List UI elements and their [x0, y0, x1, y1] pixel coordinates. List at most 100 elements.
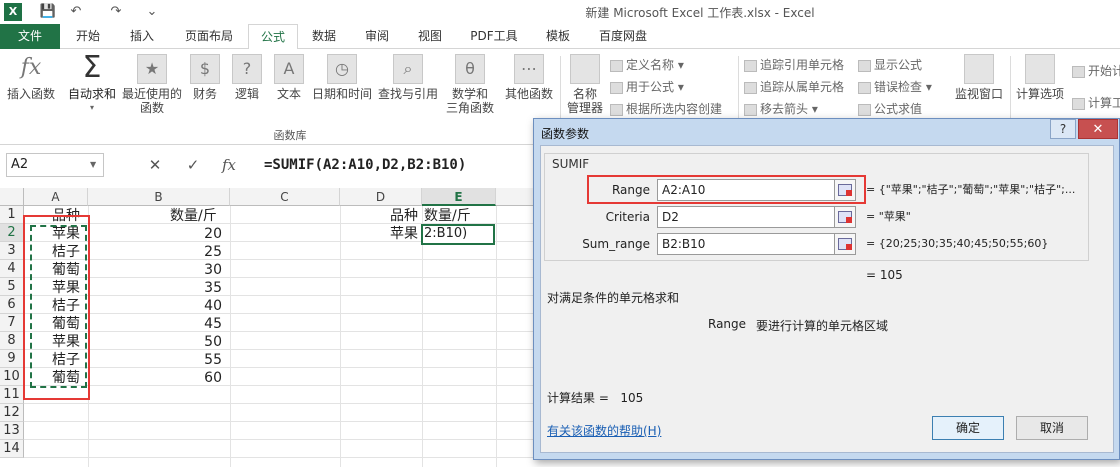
cell-b7[interactable]: 45 — [88, 315, 230, 333]
cancel-button[interactable]: 取消 — [1016, 416, 1088, 440]
cell-b3[interactable]: 25 — [88, 243, 230, 261]
recently-used-button[interactable]: ★ 最近使用的 函数 — [120, 54, 184, 115]
calculation-options-button[interactable]: 计算选项 — [1012, 54, 1068, 101]
math-trig-button[interactable]: θ 数学和 三角函数 — [440, 54, 500, 115]
cell-e2-editing[interactable]: 2:B10) — [424, 225, 467, 243]
sum-range-collapse-button[interactable] — [834, 233, 856, 255]
select-all-corner[interactable] — [0, 188, 24, 206]
row-header[interactable]: 12 — [0, 404, 24, 422]
error-checking-button[interactable]: 错误检查 ▾ — [858, 78, 932, 96]
row-header[interactable]: 1 — [0, 206, 24, 224]
redo-icon[interactable]: ↷ — [106, 3, 126, 21]
more-functions-button[interactable]: ⋯ 其他函数 — [502, 54, 556, 101]
sum-range-input[interactable]: B2:B10 — [657, 233, 835, 255]
recent-label-2: 函数 — [139, 101, 164, 115]
help-icon[interactable]: ? — [1050, 119, 1076, 139]
criteria-label: Criteria — [605, 210, 650, 224]
tab-page-layout[interactable]: 页面布局 — [172, 24, 246, 49]
evaluate-formula-label: 公式求值 — [874, 102, 923, 116]
date-time-button[interactable]: ◷ 日期和时间 — [310, 54, 374, 101]
ok-button[interactable]: 确定 — [932, 416, 1004, 440]
show-formulas-icon — [858, 59, 871, 72]
calculate-now-button[interactable]: 开始计 — [1072, 62, 1120, 80]
customize-qat-icon[interactable]: ⌄ — [142, 3, 162, 21]
logical-button[interactable]: ? 逻辑 — [230, 54, 264, 101]
column-header-a[interactable]: A — [24, 188, 88, 206]
close-icon[interactable]: ✕ — [1078, 119, 1118, 139]
trace-precedents-button[interactable]: 追踪引用单元格 — [744, 56, 844, 74]
cancel-entry-icon[interactable]: ✕ — [140, 153, 170, 177]
cell-d2[interactable]: 苹果 — [390, 225, 418, 243]
tab-pdf-tools[interactable]: PDF工具 — [460, 24, 528, 49]
row-header[interactable]: 8 — [0, 332, 24, 350]
criteria-input[interactable]: D2 — [657, 206, 835, 228]
row-header[interactable]: 5 — [0, 278, 24, 296]
column-header-c[interactable]: C — [230, 188, 340, 206]
tab-file[interactable]: 文件 — [0, 24, 60, 49]
lookup-reference-button[interactable]: ⌕ 查找与引用 — [376, 54, 440, 101]
row-header[interactable]: 14 — [0, 440, 24, 458]
financial-button[interactable]: $ 财务 — [188, 54, 222, 101]
cell-b10[interactable]: 60 — [88, 369, 230, 387]
cell-b5[interactable]: 35 — [88, 279, 230, 297]
cell-b4[interactable]: 30 — [88, 261, 230, 279]
row-header[interactable]: 7 — [0, 314, 24, 332]
cell-e1[interactable]: 数量/斤 — [424, 207, 471, 225]
autosum-label: 自动求和 — [67, 87, 116, 101]
name-manager-button[interactable]: 名称 管理器 — [564, 54, 606, 115]
define-name-button[interactable]: 定义名称 ▾ — [610, 56, 684, 74]
cell-d1[interactable]: 品种 — [390, 207, 418, 225]
show-formulas-button[interactable]: 显示公式 — [858, 56, 922, 74]
row-header[interactable]: 13 — [0, 422, 24, 440]
question-book-icon: ? — [232, 54, 262, 84]
trace-dependents-button[interactable]: 追踪从属单元格 — [744, 78, 844, 96]
criteria-collapse-button[interactable] — [834, 206, 856, 228]
row-header[interactable]: 4 — [0, 260, 24, 278]
gridline — [24, 421, 534, 422]
text-button[interactable]: A 文本 — [272, 54, 306, 101]
row-header[interactable]: 6 — [0, 296, 24, 314]
column-header-d[interactable]: D — [340, 188, 422, 206]
name-manager-label-2: 管理器 — [566, 101, 603, 115]
undo-icon[interactable]: ↶ — [66, 3, 86, 21]
fx-icon: fx — [16, 54, 46, 84]
insert-function-label: 插入函数 — [6, 87, 55, 101]
cell-b9[interactable]: 55 — [88, 351, 230, 369]
chevron-down-icon[interactable]: ▼ — [90, 160, 96, 169]
tab-view[interactable]: 视图 — [406, 24, 454, 49]
insert-function-button[interactable]: fx 插入函数 — [4, 54, 58, 101]
formula-input[interactable]: =SUMIF(A2:A10,D2,B2:B10) — [258, 153, 520, 177]
tab-baidu-netdisk[interactable]: 百度网盘 — [588, 24, 658, 49]
row-header[interactable]: 3 — [0, 242, 24, 260]
watch-window-button[interactable]: 监视窗口 — [950, 54, 1008, 101]
column-header-b[interactable]: B — [88, 188, 230, 206]
autosum-button[interactable]: Σ 自动求和 ▾ — [64, 53, 120, 115]
row-header[interactable]: 11 — [0, 386, 24, 404]
calculate-sheet-button[interactable]: 计算工 — [1072, 94, 1120, 112]
tab-templates[interactable]: 模板 — [534, 24, 582, 49]
tab-review[interactable]: 审阅 — [352, 24, 402, 49]
save-icon[interactable]: 💾 — [38, 3, 58, 21]
row-header[interactable]: 10 — [0, 368, 24, 386]
create-from-selection-button[interactable]: 根据所选内容创建 — [610, 100, 722, 118]
cell-b6[interactable]: 40 — [88, 297, 230, 315]
evaluate-formula-button[interactable]: 公式求值 — [858, 100, 922, 118]
cell-b8[interactable]: 50 — [88, 333, 230, 351]
row-header[interactable]: 2 — [0, 224, 24, 242]
tab-data[interactable]: 数据 — [300, 24, 348, 49]
cell-b2[interactable]: 20 — [88, 225, 230, 243]
confirm-entry-icon[interactable]: ✓ — [178, 153, 208, 177]
column-header-e[interactable]: E — [422, 188, 496, 206]
trace-precedents-label: 追踪引用单元格 — [760, 58, 845, 72]
cell-b1[interactable]: 数量/斤 — [170, 207, 217, 225]
tab-formulas[interactable]: 公式 — [248, 24, 298, 50]
highlight-box-range-arg — [587, 175, 866, 204]
row-header[interactable]: 9 — [0, 350, 24, 368]
tab-insert[interactable]: 插入 — [116, 24, 168, 49]
tab-home[interactable]: 开始 — [64, 24, 112, 49]
fx-icon[interactable]: fx — [214, 153, 244, 177]
remove-arrows-button[interactable]: 移去箭头 ▾ — [744, 100, 818, 118]
gridline — [422, 206, 423, 467]
use-in-formula-button[interactable]: 用于公式 ▾ — [610, 78, 684, 96]
function-help-link[interactable]: 有关该函数的帮助(H) — [547, 422, 661, 439]
